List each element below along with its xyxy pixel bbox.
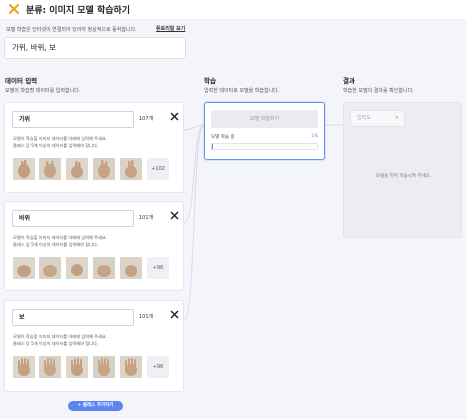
image-thumbnail[interactable]	[93, 356, 115, 378]
image-thumbnail[interactable]	[93, 257, 115, 279]
add-class-button[interactable]: + 클래스 추가하기	[68, 401, 123, 411]
image-thumbnail[interactable]	[120, 356, 142, 378]
class-instructions: 모델이 학습할 이미지 데이터를 아래에 입력해 주세요. 클래스 당 5개 이…	[13, 136, 107, 149]
close-icon[interactable]	[170, 112, 179, 121]
chevron-down-icon: ▾	[395, 115, 398, 121]
image-thumbnail[interactable]	[93, 158, 115, 180]
input-select[interactable]: 입력도 ▾	[350, 110, 405, 127]
result-message: 모델을 먼저 학습시켜 주세요.	[375, 174, 432, 179]
class-name-input[interactable]: 보	[12, 309, 134, 326]
instruction-line: 모델이 학습할 이미지 데이터를 아래에 입력해 주세요.	[13, 235, 108, 240]
image-count: 101개	[139, 314, 154, 320]
class-card: 바위 101개 모델이 학습할 이미지 데이터를 아래에 입력해 주세요. 클래…	[4, 201, 184, 291]
image-thumbnail[interactable]	[13, 356, 35, 378]
image-thumbnail[interactable]	[66, 356, 88, 378]
instruction-line: 클래스 당 5개 이상의 데이터를 입력해야 합니다.	[13, 340, 99, 346]
image-thumbnail[interactable]	[13, 257, 35, 279]
result-subtitle: 학습한 모델의 결과를 확인합니다.	[343, 88, 414, 94]
data-input-title: 데이터 입력	[5, 77, 38, 85]
instruction-line: 모델이 학습할 이미지 데이터를 아래에 입력해 주세요.	[13, 334, 108, 339]
class-instructions: 모델이 학습할 이미지 데이터를 아래에 입력해 주세요. 클래스 당 5개 이…	[13, 334, 107, 347]
class-name-input[interactable]: 가위	[12, 111, 134, 128]
close-icon[interactable]	[170, 310, 179, 319]
more-images-badge[interactable]: +102	[147, 158, 169, 180]
instruction-line: 클래스 당 5개 이상의 데이터를 입력해야 합니다.	[13, 142, 99, 148]
image-thumbnail[interactable]	[39, 356, 61, 378]
input-select-value: 입력도	[357, 115, 371, 121]
data-input-subtitle: 모델이 학습할 데이터를 입력합니다.	[5, 88, 81, 94]
class-instructions: 모델이 학습할 이미지 데이터를 아래에 입력해 주세요. 클래스 당 5개 이…	[13, 235, 107, 248]
close-icon[interactable]	[170, 211, 179, 220]
image-count: 101개	[139, 215, 154, 221]
training-title: 학습	[204, 77, 216, 85]
training-subtitle: 입력한 데이터로 모델을 학습합니다.	[204, 88, 280, 94]
image-thumbnail[interactable]	[66, 257, 88, 279]
image-thumbnail[interactable]	[39, 257, 61, 279]
more-images-badge[interactable]: +96	[147, 257, 169, 279]
progress-percent: 1%	[310, 134, 318, 139]
class-name-input[interactable]: 바위	[12, 210, 134, 227]
more-images-badge[interactable]: +96	[147, 356, 169, 378]
result-title: 결과	[343, 77, 355, 85]
image-thumbnail[interactable]	[66, 158, 88, 180]
progress-label: 모델 학습 중	[211, 135, 235, 140]
result-card: 입력도 ▾ 모델을 먼저 학습시켜 주세요.	[343, 102, 462, 238]
model-title-input[interactable]: 가위, 바위, 보	[4, 37, 186, 59]
instruction-line: 클래스 당 5개 이상의 데이터를 입력해야 합니다.	[13, 241, 99, 247]
class-card: 가위 107개 모델이 학습할 이미지 데이터를 아래에 입력해 주세요. 클래…	[4, 102, 184, 193]
image-thumbnail[interactable]	[120, 257, 142, 279]
image-count: 107개	[139, 116, 154, 122]
image-thumbnail[interactable]	[13, 158, 35, 180]
image-thumbnail[interactable]	[39, 158, 61, 180]
training-card: 모델 학습하기 모델 학습 중 1%	[204, 102, 325, 160]
progress-fill	[212, 144, 214, 149]
train-model-button[interactable]: 모델 학습하기	[211, 110, 318, 128]
internet-notice: 모델 학습은 인터넷이 연결되어 있어야 정상적으로 동작합니다.	[6, 27, 137, 33]
image-thumbnail[interactable]	[120, 158, 142, 180]
tutorial-link[interactable]: 튜토리얼 보기	[156, 25, 185, 32]
instruction-line: 모델이 학습할 이미지 데이터를 아래에 입력해 주세요.	[13, 136, 108, 141]
class-card: 보 101개 모델이 학습할 이미지 데이터를 아래에 입력해 주세요. 클래스…	[4, 300, 184, 392]
progress-bar	[211, 143, 318, 150]
